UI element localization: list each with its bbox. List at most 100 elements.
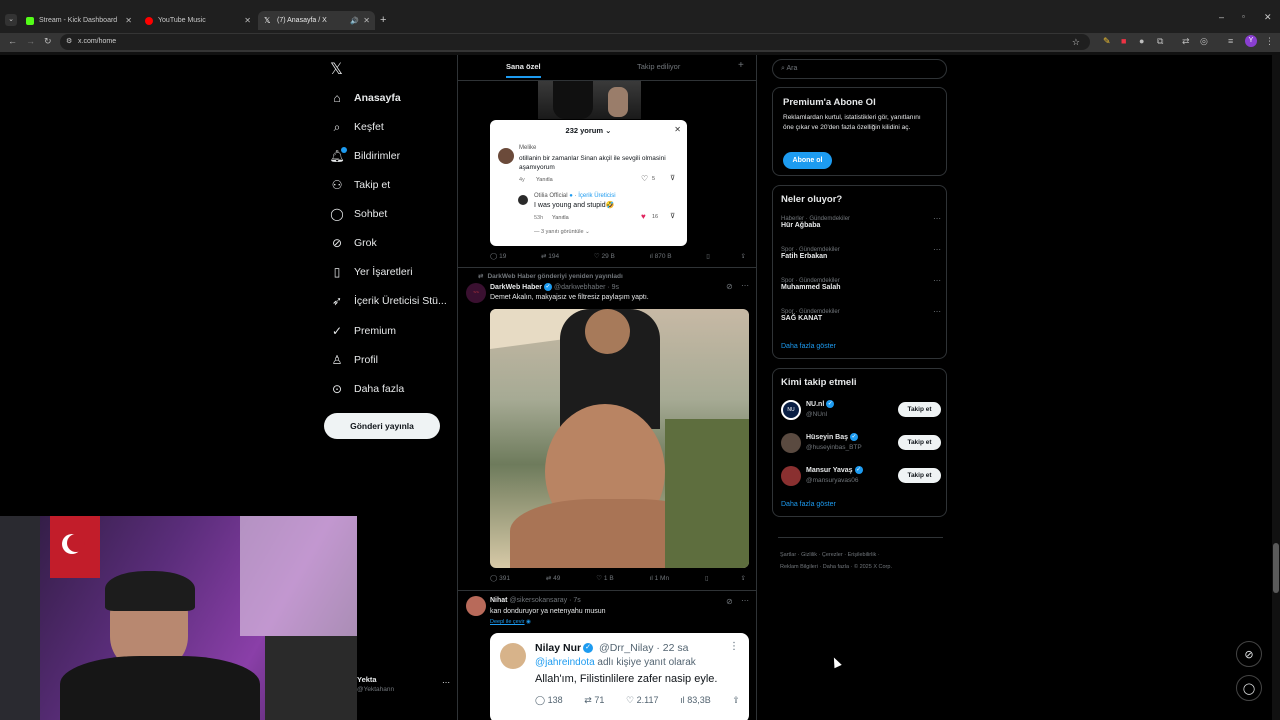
quoted-post[interactable]: Nilay Nur ✓ @Drr_Nilay · 22 sa ⋮ @jahrein… — [490, 633, 749, 720]
author-name[interactable]: DarkWeb Haber — [490, 284, 542, 291]
tab-for-you[interactable]: Sana özel — [506, 62, 541, 78]
nav-item-home[interactable]: ⌂ Anasayfa — [330, 87, 400, 109]
browser-tab-kick[interactable]: Stream - Kick Dashboard ✕ — [20, 11, 137, 30]
dislike-icon[interactable]: ⊽ — [670, 212, 675, 220]
follow-button[interactable]: Takip et — [898, 435, 941, 450]
reply-button[interactable]: ◯ 138 — [535, 695, 563, 706]
footer-link-privacy[interactable]: Gizlilik — [801, 552, 817, 558]
repost-button[interactable]: ⇄ 194 — [541, 252, 563, 260]
heart-outline-icon[interactable]: ♡ — [641, 174, 648, 183]
trend-more-icon[interactable]: ⋯ — [933, 307, 941, 316]
address-bar[interactable]: ⚙ x.com/home ☆ — [60, 34, 1090, 50]
browser-tab-x[interactable]: 𝕏 (7) Anasayfa / X 🔊 ✕ — [258, 11, 375, 30]
reply-avatar[interactable] — [518, 195, 528, 205]
close-tab-icon[interactable]: ✕ — [125, 16, 132, 25]
post-more-icon[interactable]: ⋯ — [741, 596, 749, 605]
reply-link[interactable]: Yanıtla — [536, 177, 553, 183]
more-icon[interactable]: ⋮ — [729, 641, 739, 652]
follow-suggestion[interactable]: Mansur Yavaş ✓ @mansuryavas06 Takip et — [781, 465, 941, 487]
commenter-avatar[interactable] — [498, 148, 514, 164]
maximize-icon[interactable]: ▫ — [1242, 12, 1245, 21]
views-button[interactable]: ıl 1 Mn — [650, 575, 674, 582]
author-handle[interactable]: @darkwebhaber · 9s — [554, 284, 619, 291]
nav-item-more[interactable]: ⊙ Daha fazla — [330, 378, 404, 400]
author-handle[interactable]: @sikersokansaray · 7s — [509, 597, 580, 604]
like-button[interactable]: ♡ 2.117 — [626, 695, 658, 706]
post-button[interactable]: Gönderi yayınla — [324, 413, 440, 439]
page-scrollbar[interactable] — [1272, 55, 1280, 720]
nav-item-explore[interactable]: ⌕ Keşfet — [330, 116, 384, 138]
trend-item[interactable]: Spor · Gündemdekiler SAĞ KANAT ⋯ — [781, 307, 941, 322]
views-button[interactable]: ıl 870 B — [650, 253, 676, 260]
tab-search-button[interactable]: ⌄ — [5, 14, 17, 26]
account-switcher[interactable]: Yekta @Yektahann ⋯ — [357, 674, 452, 698]
nav-item-grok[interactable]: ⊘ Grok — [330, 232, 377, 254]
footer-link-ads[interactable]: Reklam Bilgileri — [780, 564, 818, 570]
messages-floating-button[interactable]: ◯ — [1236, 675, 1262, 701]
close-tab-icon[interactable]: ✕ — [363, 16, 370, 25]
extension-pen-icon[interactable]: ✎ — [1103, 36, 1111, 47]
footer-link-more[interactable]: Daha fazla — [823, 564, 849, 570]
forward-icon[interactable]: → — [26, 36, 35, 46]
post-media-image[interactable] — [538, 81, 641, 119]
extension-info-icon[interactable]: ● — [1139, 36, 1144, 46]
translate-link[interactable]: Deepl ile çevir ◉ — [490, 619, 531, 625]
dislike-icon[interactable]: ⊽ — [670, 174, 675, 182]
sync-icon[interactable]: ◎ — [1200, 36, 1208, 47]
browser-menu-icon[interactable]: ⋮ — [1265, 36, 1274, 47]
nav-item-follow[interactable]: ⚇ Takip et — [330, 174, 391, 196]
tab-following[interactable]: Takip ediliyor — [637, 62, 680, 71]
follow-show-more[interactable]: Daha fazla göster — [781, 501, 836, 508]
repost-button[interactable]: ⇄ 71 — [584, 695, 604, 706]
speaker-icon[interactable]: 🔊 — [350, 17, 359, 25]
post-avatar[interactable] — [466, 596, 486, 616]
close-icon[interactable]: ✕ — [674, 125, 681, 134]
trend-item[interactable]: Haberler · Gündemdekiler Hür Ağbaba ⋯ — [781, 214, 941, 229]
translate-icon[interactable]: ⇄ — [1182, 36, 1190, 47]
commenter-name[interactable]: Melike — [519, 145, 536, 151]
scrollbar-thumb[interactable] — [1273, 543, 1279, 593]
subscribe-button[interactable]: Abone ol — [783, 152, 832, 169]
x-logo[interactable]: 𝕏 — [330, 59, 343, 79]
footer-link-cookies[interactable]: Çerezler — [822, 552, 843, 558]
grok-post-icon[interactable]: ⊘ — [726, 597, 733, 606]
trend-item[interactable]: Spor · Gündemdekiler Fatih Erbakan ⋯ — [781, 245, 941, 260]
close-tab-icon[interactable]: ✕ — [244, 16, 251, 25]
reply-link[interactable]: Yanıtla — [552, 215, 569, 221]
trend-more-icon[interactable]: ⋯ — [933, 245, 941, 254]
search-input[interactable]: ⌕ Ara — [772, 59, 947, 79]
post-media-image[interactable] — [490, 309, 749, 568]
nav-item-profile[interactable]: ♙ Profil — [330, 349, 378, 371]
nav-item-bookmarks[interactable]: ▯ Yer İşaretleri — [330, 261, 413, 283]
author-name[interactable]: Nihat — [490, 597, 508, 604]
footer-link-terms[interactable]: Şartlar — [780, 552, 796, 558]
nav-item-premium[interactable]: ✓ Premium — [330, 320, 396, 342]
follow-button[interactable]: Takip et — [898, 468, 941, 483]
like-button[interactable]: ♡ 29 B — [594, 252, 619, 260]
share-icon[interactable]: ⇪ — [732, 695, 740, 706]
add-tab-button[interactable]: + — [738, 60, 744, 71]
trends-show-more[interactable]: Daha fazla göster — [781, 343, 836, 350]
site-info-icon[interactable]: ⚙ — [66, 34, 72, 50]
back-icon[interactable]: ← — [8, 36, 17, 46]
tabs-menu-icon[interactable]: ≡ — [1228, 36, 1233, 46]
post-avatar[interactable]: ~~ — [466, 283, 486, 303]
share-icon[interactable]: ⇪ — [740, 574, 745, 582]
browser-tab-youtube-music[interactable]: YouTube Music ✕ — [139, 11, 256, 30]
new-tab-button[interactable]: + — [380, 14, 386, 26]
close-window-icon[interactable]: ✕ — [1264, 12, 1272, 23]
repost-button[interactable]: ⇄ 49 — [546, 574, 565, 582]
reply-button[interactable]: ◯ 19 — [490, 252, 510, 260]
minimize-icon[interactable]: – — [1219, 12, 1224, 22]
trend-item[interactable]: Spor · Gündemdekiler Muhammed Salah ⋯ — [781, 276, 941, 291]
bookmark-icon[interactable]: ▯ — [705, 574, 709, 582]
nav-item-notifications[interactable]: 🔔︎ Bildirimler — [329, 145, 400, 167]
reload-icon[interactable]: ↻ — [44, 36, 52, 47]
follow-button[interactable]: Takip et — [898, 402, 941, 417]
trend-more-icon[interactable]: ⋯ — [933, 276, 941, 285]
bookmark-icon[interactable]: ▯ — [706, 252, 710, 260]
follow-suggestion[interactable]: NU NU.nl ✓ @NUnl Takip et — [781, 399, 941, 421]
nav-item-creator-studio[interactable]: ➶ İçerik Üreticisi Stü... — [330, 290, 447, 312]
follow-suggestion[interactable]: Hüseyin Baş ✓ @huseyinbas_BTP Takip et — [781, 432, 941, 454]
extension-red-icon[interactable]: ■ — [1121, 36, 1126, 46]
